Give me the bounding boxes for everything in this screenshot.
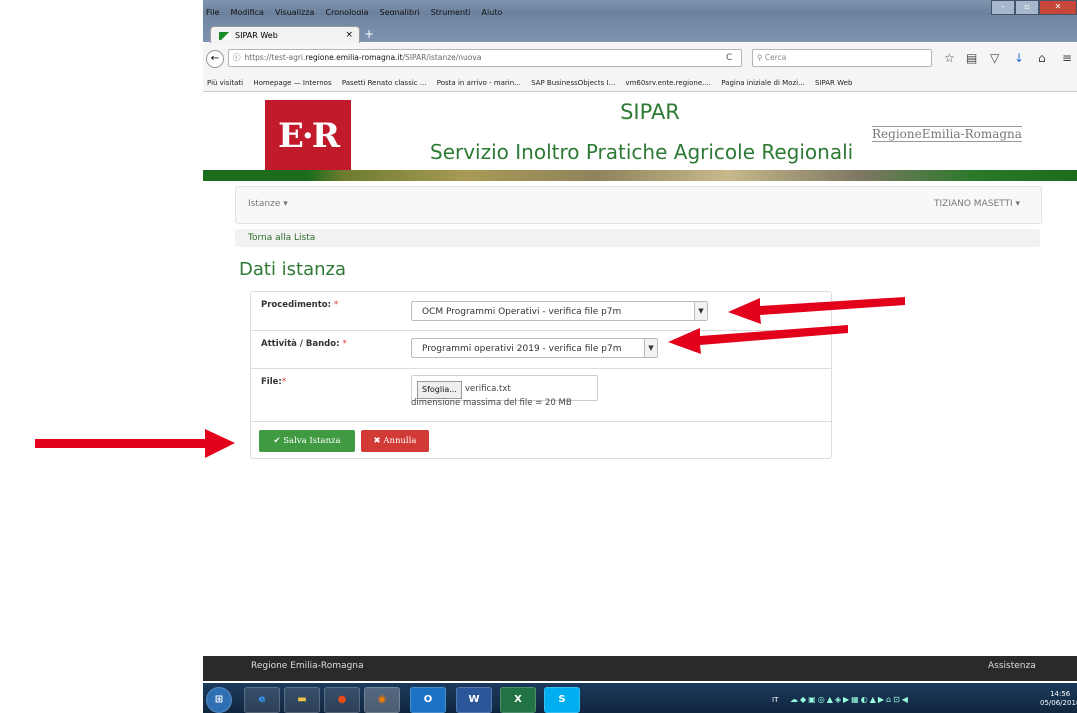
close-window-icon[interactable]: ✕ <box>1039 0 1077 15</box>
url-prefix: https://test-agri. <box>244 53 306 62</box>
taskbar-clock[interactable]: 14:56 05/06/2018 <box>1040 690 1077 708</box>
user-menu[interactable]: TIZIANO MASETTI ▾ <box>934 199 1020 209</box>
footer-assistenza-link[interactable]: Assistenza <box>988 661 1036 671</box>
hamburger-menu-icon[interactable]: ≡ <box>1062 51 1072 65</box>
breadcrumb <box>235 229 1040 247</box>
site-info-icon[interactable]: ⓘ <box>233 53 241 62</box>
pocket-icon[interactable]: ▽ <box>990 51 999 65</box>
browser-tab[interactable]: SIPAR Web × <box>210 26 360 44</box>
reading-list-icon[interactable]: ▤ <box>966 51 977 65</box>
language-indicator[interactable]: IT <box>772 696 778 704</box>
window-controls: – ▫ ✕ <box>991 0 1077 15</box>
bookmark-item[interactable]: Posta in arrivo - marin... <box>437 79 521 87</box>
firefox-icon[interactable]: ◉ <box>364 687 400 713</box>
excel-icon[interactable]: X <box>500 687 536 713</box>
download-icon[interactable]: ↓ <box>1014 51 1024 65</box>
bookmark-item[interactable]: SAP BusinessObjects I... <box>531 79 615 87</box>
bookmark-star-icon[interactable]: ☆ <box>944 51 955 65</box>
bookmark-item[interactable]: Pagina iniziale di Mozi... <box>721 79 804 87</box>
er-logo: E·R <box>265 100 351 180</box>
ie-icon[interactable]: e <box>244 687 280 713</box>
bookmark-item[interactable]: SIPAR Web <box>815 79 852 87</box>
url-domain: regione.emilia-romagna.it <box>305 53 403 62</box>
back-to-list-link[interactable]: Torna alla Lista <box>248 233 315 243</box>
outlook-icon[interactable]: O <box>410 687 446 713</box>
reload-icon[interactable]: C <box>726 53 732 63</box>
bookmark-item[interactable]: Più visitati <box>207 79 243 87</box>
site-title: SIPAR <box>620 100 680 124</box>
tab-title: SIPAR Web <box>235 31 278 40</box>
address-bar[interactable]: ⓘ https://test-agri.regione.emilia-romagn… <box>228 49 742 67</box>
search-icon: ⚲ <box>757 53 765 62</box>
sipar-favicon-icon <box>219 31 231 40</box>
bookmark-item[interactable]: Pasetti Renato classic ... <box>342 79 427 87</box>
clock-time: 14:56 <box>1050 690 1071 698</box>
region-logo: RegioneEmilia-Romagna <box>872 126 1022 142</box>
app-navbar <box>235 186 1042 224</box>
start-button-icon[interactable]: ⊞ <box>206 687 232 713</box>
search-input[interactable]: ⚲ Cerca <box>752 49 932 67</box>
folder-icon[interactable]: ▬ <box>284 687 320 713</box>
word-icon[interactable]: W <box>456 687 492 713</box>
browser-menubar: File Modifica Visualizza Cronologia Segn… <box>203 0 1077 17</box>
istanze-menu[interactable]: Istanze ▾ <box>248 199 288 209</box>
annotation-arrow-procedimento <box>728 297 905 324</box>
bookmark-item[interactable]: Homepage — Internos <box>253 79 331 87</box>
bookmark-item[interactable]: vm60srv.ente.regione.... <box>625 79 711 87</box>
maximize-icon[interactable]: ▫ <box>1015 0 1039 15</box>
tab-close-icon[interactable]: × <box>345 27 353 44</box>
page-title: Dati istanza <box>239 259 347 280</box>
minimize-icon[interactable]: – <box>991 0 1015 15</box>
annotation-arrow-attivita <box>668 325 848 354</box>
annotation-arrows <box>35 297 905 458</box>
skype-icon[interactable]: S <box>544 687 580 713</box>
annotation-arrow-save <box>35 429 235 458</box>
search-placeholder: Cerca <box>764 53 787 62</box>
banner-wheat-strip <box>203 170 1077 181</box>
home-icon[interactable]: ⌂ <box>1038 51 1046 65</box>
chrome-icon[interactable]: ● <box>324 687 360 713</box>
clock-date: 05/06/2018 <box>1040 699 1077 707</box>
new-tab-button[interactable]: + <box>364 27 374 41</box>
bookmarks-toolbar: Più visitati Homepage — Internos Pasetti… <box>203 75 1077 92</box>
url-path: /SIPAR/istanze/nuova <box>402 53 482 62</box>
site-subtitle: Servizio Inoltro Pratiche Agricole Regio… <box>430 140 854 164</box>
back-arrow-icon[interactable]: ← <box>206 50 224 68</box>
system-tray-icons[interactable]: ☁◆▣◎▲◈▶▦◐▲▶⌂⊡◀ <box>790 695 910 704</box>
footer-region-text: Regione Emilia-Romagna <box>251 661 364 671</box>
